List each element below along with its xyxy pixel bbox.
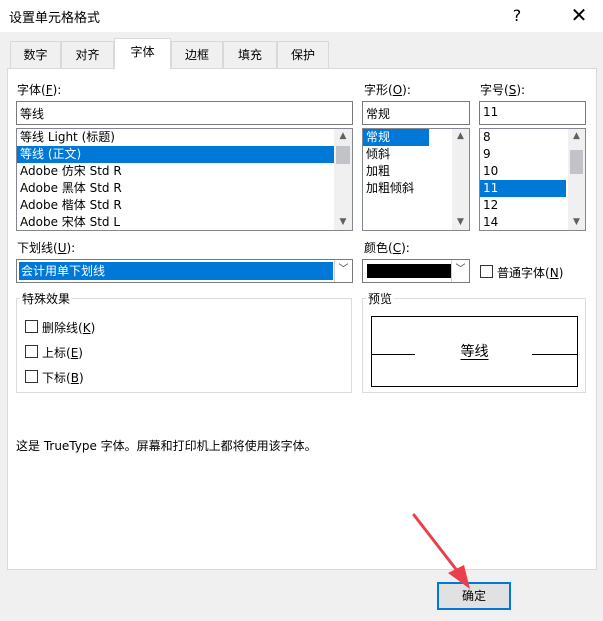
list-item[interactable]: Adobe 黑体 Std R xyxy=(17,180,352,197)
font-size-input[interactable]: 11 xyxy=(479,101,586,125)
close-button[interactable]: ✕ xyxy=(567,3,591,27)
dialog-title: 设置单元格格式 xyxy=(9,11,101,26)
font-info-text: 这是 TrueType 字体。屏幕和打印机上都将使用该字体。 xyxy=(16,439,317,453)
subscript-label[interactable]: 下标(B) xyxy=(42,369,84,386)
tab-alignment[interactable]: 对齐 xyxy=(61,41,114,68)
preview-group-title: 预览 xyxy=(366,290,395,307)
list-item[interactable]: Adobe 楷体 Std R xyxy=(17,197,352,214)
scroll-up-icon[interactable]: ▲ xyxy=(568,129,585,144)
scroll-thumb[interactable] xyxy=(570,150,583,174)
font-style-input[interactable]: 常规 xyxy=(362,101,470,125)
font-style-scrollbar[interactable]: ▲ ▼ xyxy=(452,129,469,230)
normal-font-label[interactable]: 普通字体(N) xyxy=(497,264,563,281)
scroll-up-icon[interactable]: ▲ xyxy=(452,129,469,144)
list-item[interactable]: Adobe 仿宋 Std R xyxy=(17,163,352,180)
underline-selected-value: 会计用单下划线 xyxy=(19,262,333,280)
color-label: 颜色(C): xyxy=(364,241,410,255)
list-item[interactable]: 等线 Light (标题) xyxy=(17,129,352,146)
subscript-checkbox[interactable] xyxy=(25,370,38,383)
scroll-down-icon[interactable]: ▼ xyxy=(568,215,585,230)
chevron-down-icon[interactable]: ﹀ xyxy=(451,260,469,282)
font-list-scrollbar[interactable]: ▲ ▼ xyxy=(334,129,352,230)
red-arrow-annotation xyxy=(412,513,470,589)
tab-font[interactable]: 字体 xyxy=(114,38,171,69)
scroll-up-icon[interactable]: ▲ xyxy=(334,129,352,144)
font-label: 字体(F): xyxy=(17,83,62,97)
tab-number[interactable]: 数字 xyxy=(10,41,61,68)
chevron-down-icon[interactable]: ﹀ xyxy=(334,260,352,282)
preview-box: 等线 xyxy=(371,316,578,387)
color-swatch xyxy=(367,264,451,278)
font-name-input[interactable]: 等线 xyxy=(16,101,353,125)
superscript-checkbox[interactable] xyxy=(25,345,38,358)
strikethrough-checkbox[interactable] xyxy=(25,320,38,333)
list-item-selected[interactable]: 常规 xyxy=(363,129,429,146)
preview-sample-text: 等线 xyxy=(460,344,489,360)
list-item[interactable]: Adobe 宋体 Std L xyxy=(17,214,352,230)
underline-label: 下划线(U): xyxy=(17,241,76,255)
font-size-scrollbar[interactable]: ▲ ▼ xyxy=(568,129,585,230)
underline-select[interactable]: 会计用单下划线 ﹀ xyxy=(16,259,353,283)
tab-border[interactable]: 边框 xyxy=(171,41,223,68)
font-list[interactable]: 等线 Light (标题) 等线 (正文) Adobe 仿宋 Std R Ado… xyxy=(16,128,353,231)
scroll-thumb[interactable] xyxy=(336,146,350,164)
font-style-label: 字形(O): xyxy=(364,83,411,97)
font-size-label: 字号(S): xyxy=(480,83,526,97)
scroll-down-icon[interactable]: ▼ xyxy=(452,215,469,230)
effects-group-title: 特殊效果 xyxy=(20,290,73,307)
superscript-label[interactable]: 上标(E) xyxy=(42,344,83,361)
normal-font-checkbox[interactable] xyxy=(480,265,493,278)
scroll-down-icon[interactable]: ▼ xyxy=(334,215,352,230)
list-item-selected[interactable]: 11 xyxy=(480,180,566,197)
tab-protection[interactable]: 保护 xyxy=(277,41,329,68)
color-picker[interactable]: ﹀ xyxy=(362,259,470,283)
help-button[interactable]: ? xyxy=(505,4,529,28)
list-item-selected[interactable]: 等线 (正文) xyxy=(17,146,334,163)
strikethrough-label[interactable]: 删除线(K) xyxy=(42,319,95,336)
tab-fill[interactable]: 填充 xyxy=(223,41,277,68)
